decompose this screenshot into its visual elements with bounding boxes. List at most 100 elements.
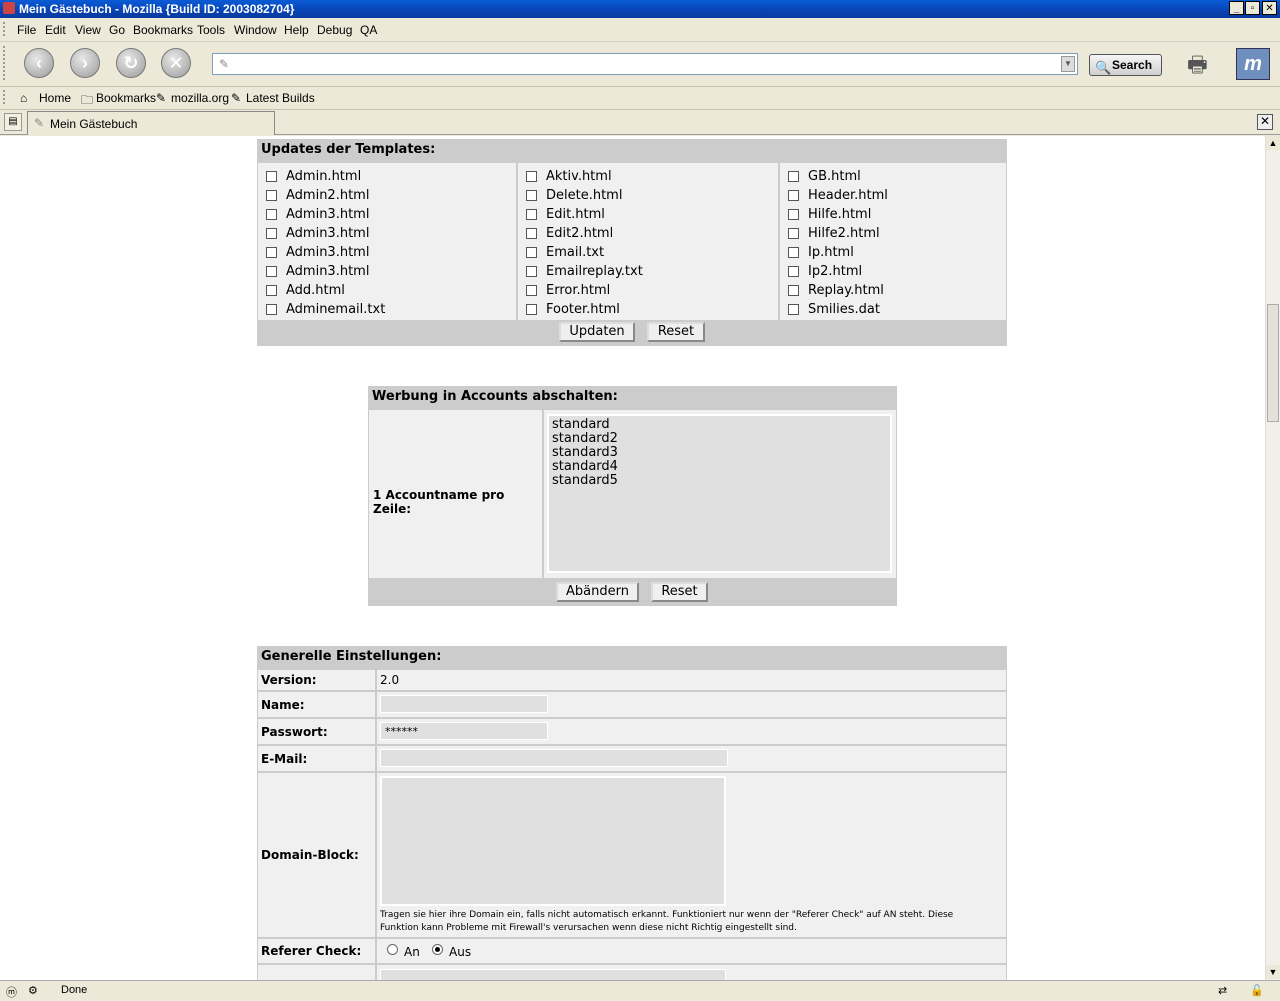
template-checkbox[interactable]: [266, 304, 277, 315]
template-item[interactable]: Adminemail.txt: [258, 302, 516, 321]
template-item[interactable]: Hilfe.html: [780, 207, 1006, 226]
scroll-up-icon[interactable]: ▲: [1266, 136, 1280, 150]
template-item[interactable]: Replay.html: [780, 283, 1006, 302]
new-tab-icon[interactable]: ▤: [4, 113, 22, 131]
menu-bookmarks[interactable]: Bookmarks: [133, 23, 193, 37]
template-item[interactable]: GB.html: [780, 169, 1006, 188]
template-checkbox[interactable]: [266, 285, 277, 296]
back-icon[interactable]: ‹: [24, 48, 54, 78]
personal-mozilla-org[interactable]: mozilla.org: [171, 91, 229, 105]
template-item[interactable]: Error.html: [518, 283, 778, 302]
template-checkbox[interactable]: [526, 190, 537, 201]
stop-icon[interactable]: ✕: [161, 48, 191, 78]
forward-icon[interactable]: ›: [70, 48, 100, 78]
reload-icon[interactable]: ↻: [116, 48, 146, 78]
minimize-button[interactable]: _: [1229, 1, 1244, 15]
menu-debug[interactable]: Debug: [317, 23, 352, 37]
menubar-grip[interactable]: [3, 22, 11, 36]
template-checkbox[interactable]: [526, 247, 537, 258]
template-checkbox[interactable]: [788, 304, 799, 315]
close-button[interactable]: ✕: [1262, 1, 1277, 15]
template-checkbox[interactable]: [526, 285, 537, 296]
menu-go[interactable]: Go: [109, 23, 125, 37]
template-checkbox[interactable]: [526, 209, 537, 220]
maximize-button[interactable]: ▫: [1245, 1, 1260, 15]
mozilla-throbber-icon[interactable]: m: [1236, 48, 1270, 80]
navbar-grip[interactable]: [3, 46, 11, 80]
template-item[interactable]: Edit2.html: [518, 226, 778, 245]
scroll-thumb[interactable]: [1267, 304, 1279, 422]
template-item[interactable]: Hilfe2.html: [780, 226, 1006, 245]
template-checkbox[interactable]: [788, 247, 799, 258]
template-checkbox[interactable]: [266, 190, 277, 201]
menu-tools[interactable]: Tools: [197, 23, 225, 37]
template-item[interactable]: Ip2.html: [780, 264, 1006, 283]
template-checkbox[interactable]: [788, 171, 799, 182]
template-checkbox[interactable]: [526, 266, 537, 277]
menu-edit[interactable]: Edit: [45, 23, 66, 37]
template-checkbox[interactable]: [788, 285, 799, 296]
template-item[interactable]: Email.txt: [518, 245, 778, 264]
referer-off-radio[interactable]: [432, 944, 443, 955]
template-checkbox[interactable]: [788, 266, 799, 277]
template-item[interactable]: Admin.html: [258, 169, 516, 188]
template-item[interactable]: Smilies.dat: [780, 302, 1006, 321]
print-icon[interactable]: 🖶: [1187, 48, 1223, 78]
template-item[interactable]: Admin2.html: [258, 188, 516, 207]
name-input[interactable]: [380, 695, 548, 713]
menu-help[interactable]: Help: [284, 23, 309, 37]
template-checkbox[interactable]: [526, 228, 537, 239]
menu-qa[interactable]: QA: [360, 23, 377, 37]
personal-grip[interactable]: [3, 90, 11, 104]
template-item[interactable]: Add.html: [258, 283, 516, 302]
menu-window[interactable]: Window: [234, 23, 277, 37]
template-checkbox[interactable]: [788, 228, 799, 239]
template-checkbox[interactable]: [266, 228, 277, 239]
template-item[interactable]: Admin3.html: [258, 207, 516, 226]
personal-home[interactable]: Home: [39, 91, 71, 105]
personal-bookmarks[interactable]: Bookmarks: [96, 91, 156, 105]
url-input[interactable]: ✎ ▼: [212, 53, 1078, 75]
change-button[interactable]: Abändern: [556, 582, 639, 602]
templates-reset-button[interactable]: Reset: [647, 322, 705, 342]
scroll-down-icon[interactable]: ▼: [1266, 965, 1280, 979]
password-input[interactable]: ******: [380, 722, 548, 740]
close-tab-icon[interactable]: ✕: [1257, 114, 1273, 130]
template-checkbox[interactable]: [266, 171, 277, 182]
template-item[interactable]: Admin3.html: [258, 226, 516, 245]
template-checkbox[interactable]: [788, 190, 799, 201]
template-item[interactable]: Emailreplay.txt: [518, 264, 778, 283]
template-checkbox[interactable]: [266, 247, 277, 258]
template-item[interactable]: Footer.html: [518, 302, 778, 321]
mozilla-app-icon[interactable]: [3, 2, 15, 14]
search-button[interactable]: 🔍 Search: [1089, 54, 1162, 76]
template-checkbox[interactable]: [526, 171, 537, 182]
template-checkbox[interactable]: [788, 209, 799, 220]
template-item[interactable]: Delete.html: [518, 188, 778, 207]
vertical-scrollbar[interactable]: ▲ ▼: [1265, 136, 1280, 980]
mozilla-status-icon[interactable]: ⓜ: [6, 984, 17, 1000]
tab-mein-gaestebuch[interactable]: ✎ Mein Gästebuch: [27, 111, 275, 135]
template-checkbox[interactable]: [266, 266, 277, 277]
menu-view[interactable]: View: [75, 23, 101, 37]
template-checkbox[interactable]: [266, 209, 277, 220]
template-item[interactable]: Header.html: [780, 188, 1006, 207]
next-row-input[interactable]: [380, 969, 726, 980]
update-button[interactable]: Updaten: [559, 322, 635, 342]
template-item[interactable]: Admin3.html: [258, 245, 516, 264]
template-item[interactable]: Aktiv.html: [518, 169, 778, 188]
offline-icon[interactable]: ⚙: [28, 984, 38, 997]
personal-latest-builds[interactable]: Latest Builds: [246, 91, 315, 105]
accounts-textarea[interactable]: standard standard2 standard3 standard4 stand…: [547, 414, 892, 573]
next-row-label-cell: [258, 965, 375, 980]
referer-on-radio[interactable]: [387, 944, 398, 955]
domain-block-textarea[interactable]: [380, 776, 726, 906]
email-input[interactable]: [380, 749, 728, 767]
template-item[interactable]: Edit.html: [518, 207, 778, 226]
ads-reset-button[interactable]: Reset: [651, 582, 708, 602]
url-dropdown-icon[interactable]: ▼: [1061, 56, 1075, 72]
template-checkbox[interactable]: [526, 304, 537, 315]
template-item[interactable]: Admin3.html: [258, 264, 516, 283]
menu-file[interactable]: File: [17, 23, 36, 37]
template-item[interactable]: Ip.html: [780, 245, 1006, 264]
